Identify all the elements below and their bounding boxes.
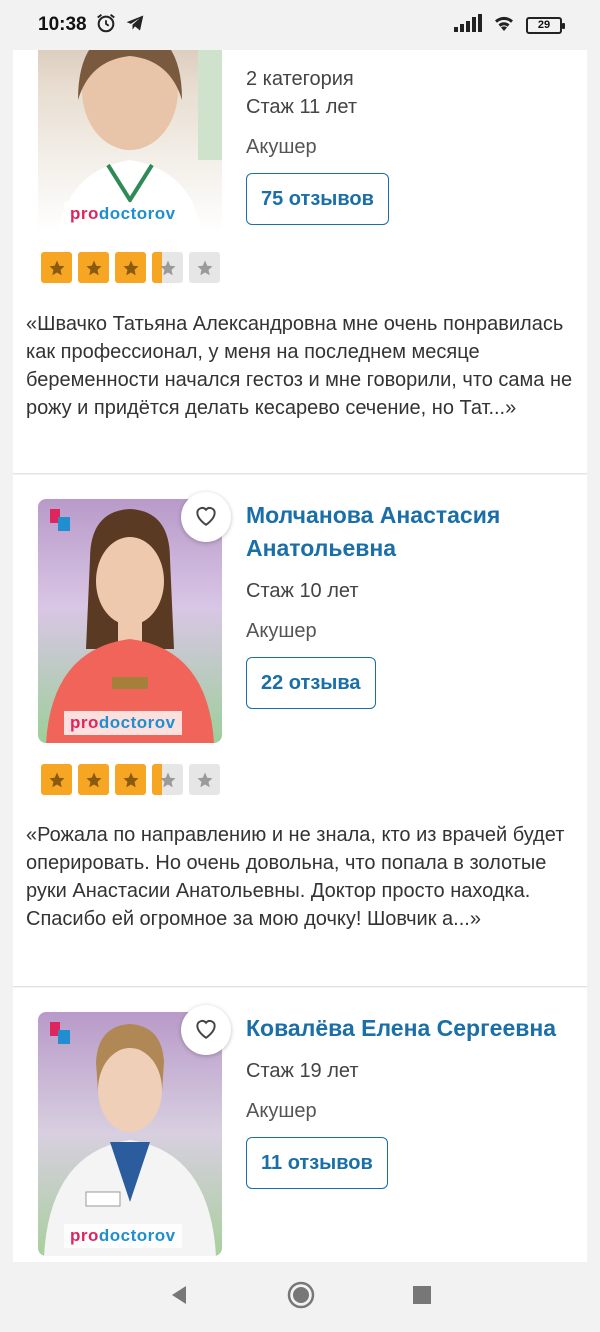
- doctor-specialty: Акушер: [246, 1100, 317, 1122]
- signal-icon: [454, 13, 482, 37]
- prodoctorov-watermark: prodoctorov: [64, 711, 182, 735]
- pd-logo-icon: [50, 1022, 70, 1044]
- star-icon: [189, 764, 220, 795]
- doctor-experience: Стаж 19 лет: [246, 1060, 359, 1082]
- review-quote[interactable]: «Рожала по направлению и не знала, кто и…: [26, 821, 577, 933]
- favorite-button[interactable]: [181, 492, 231, 542]
- favorite-button[interactable]: [181, 1005, 231, 1055]
- doctor-name[interactable]: Молчанова Анастасия Анатольевна: [246, 499, 576, 565]
- doctor-experience: Стаж 10 лет: [246, 580, 359, 602]
- prodoctorov-watermark: prodoctorov: [64, 1224, 182, 1248]
- alarm-icon: [95, 12, 117, 39]
- doctor-card[interactable]: prodoctorov 2 категория Стаж 11 лет Акуш…: [13, 0, 587, 474]
- star-icon: [78, 252, 109, 283]
- doctor-specialty: Акушер: [246, 136, 317, 158]
- rating-stars: [41, 252, 220, 283]
- recents-icon[interactable]: [412, 1285, 432, 1310]
- home-icon[interactable]: [286, 1280, 316, 1315]
- doctor-card[interactable]: prodoctorov Молчанова Анастасия Анатолье…: [13, 475, 587, 987]
- reviews-button[interactable]: 22 отзыва: [246, 657, 376, 709]
- doctor-info: Молчанова Анастасия Анатольевна Стаж 10 …: [246, 499, 576, 709]
- star-icon: [41, 252, 72, 283]
- heart-icon: [193, 1016, 219, 1045]
- back-icon[interactable]: [168, 1284, 190, 1311]
- prodoctorov-watermark: prodoctorov: [64, 202, 182, 226]
- star-icon: [78, 764, 109, 795]
- doctor-category: 2 категория: [246, 68, 354, 90]
- doctor-list: prodoctorov 2 категория Стаж 11 лет Акуш…: [13, 0, 587, 1288]
- doctor-name[interactable]: Ковалёва Елена Сергеевна: [246, 1012, 576, 1045]
- star-icon: [152, 764, 183, 795]
- star-icon: [115, 252, 146, 283]
- wifi-icon: [492, 14, 516, 37]
- star-icon: [152, 252, 183, 283]
- star-icon: [115, 764, 146, 795]
- pd-logo-icon: [50, 509, 70, 531]
- reviews-button[interactable]: 75 отзывов: [246, 173, 389, 225]
- doctor-experience: Стаж 11 лет: [246, 96, 358, 118]
- status-bar: 10:38 29: [0, 0, 600, 50]
- doctor-info: 2 категория Стаж 11 лет Акушер 75 отзыво…: [246, 65, 576, 225]
- review-quote[interactable]: «Швачко Татьяна Александровна мне очень …: [26, 310, 577, 422]
- heart-icon: [193, 503, 219, 532]
- doctor-card[interactable]: prodoctorov Ковалёва Елена Сергеевна Ста…: [13, 988, 587, 1288]
- telegram-icon: [125, 13, 145, 38]
- system-nav-bar: [0, 1262, 600, 1332]
- battery-indicator: 29: [526, 16, 565, 34]
- star-icon: [41, 764, 72, 795]
- reviews-button[interactable]: 11 отзывов: [246, 1137, 388, 1189]
- star-icon: [189, 252, 220, 283]
- status-time: 10:38: [38, 14, 87, 35]
- doctor-info: Ковалёва Елена Сергеевна Стаж 19 лет Аку…: [246, 1012, 576, 1189]
- doctor-specialty: Акушер: [246, 620, 317, 642]
- rating-stars: [41, 764, 220, 795]
